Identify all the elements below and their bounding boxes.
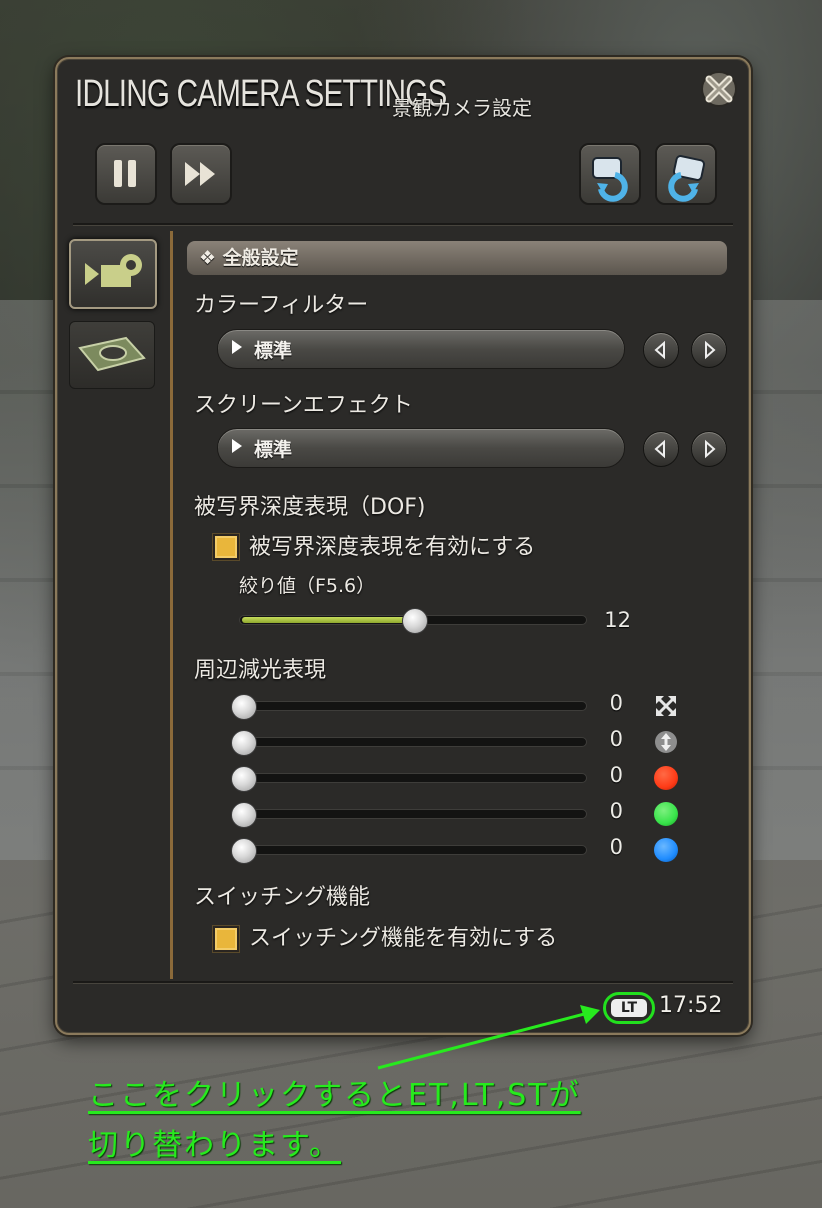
annotation-line-2: 切り替わります。	[88, 1128, 341, 1163]
annotation-arrow	[377, 1005, 600, 1070]
annotation-line-1: ここをクリックするとET,LT,STが	[88, 1078, 581, 1113]
